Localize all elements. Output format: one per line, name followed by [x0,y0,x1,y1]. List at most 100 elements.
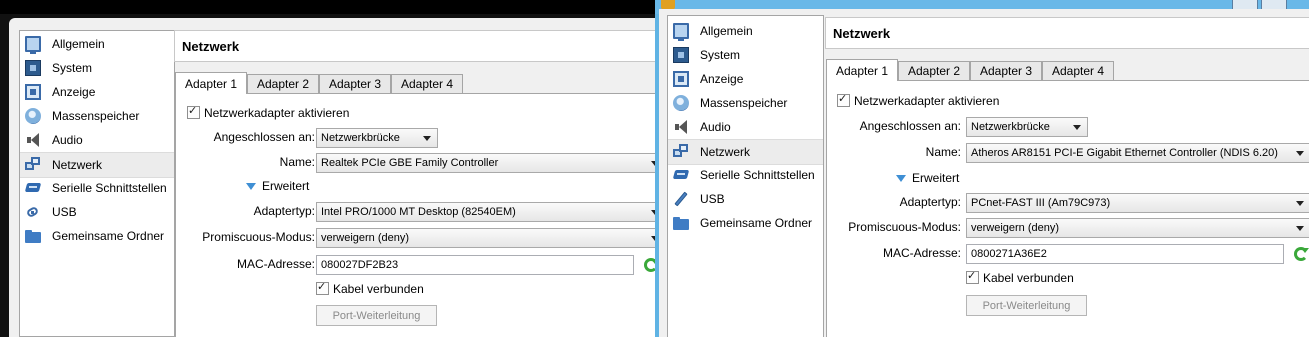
sidebar-item-system[interactable]: System [668,43,823,67]
tab-adapter-2[interactable]: Adapter 2 [247,74,319,93]
cable-connected-label: Kabel verbunden [983,271,1074,285]
serial-icon [25,180,41,196]
attached-to-value: Netzwerkbrücke [321,132,400,144]
refresh-icon[interactable] [644,258,655,272]
sidebar-item-netzwerk[interactable]: Netzwerk [668,139,823,165]
mac-address-label: MAC-Adresse: [882,246,961,260]
sidebar-item-anzeige[interactable]: Anzeige [668,67,823,91]
sidebar-item-gemeinsame-ordner[interactable]: Gemeinsame Ordner [668,211,823,235]
display-icon [673,71,689,87]
enable-adapter-checkbox[interactable] [837,92,850,107]
page-title: Netzwerk [182,38,240,54]
port-forwarding-button[interactable]: Port-Weiterleitung [966,295,1087,316]
adapter-type-label: Adaptertyp: [899,195,961,209]
promiscuous-mode-select[interactable]: verweigern (deny) [316,228,655,248]
tab-adapter-4[interactable]: Adapter 4 [391,74,463,93]
sidebar-item-serielle-schnittstellen[interactable]: Serielle Schnittstellen [20,176,174,200]
sidebar-item-label: Gemeinsame Ordner [700,216,813,230]
sidebar-item-netzwerk[interactable]: Netzwerk [20,152,174,178]
sidebar-item-massenspeicher[interactable]: Massenspeicher [668,91,823,115]
tab-adapter-4[interactable]: Adapter 4 [1042,61,1114,80]
attached-to-label: Angeschlossen an: [213,130,315,144]
promiscuous-mode-select[interactable]: verweigern (deny) [966,218,1309,238]
sidebar-item-massenspeicher[interactable]: Massenspeicher [20,104,174,128]
port-forwarding-button[interactable]: Port-Weiterleitung [316,305,437,326]
tab-adapter-2[interactable]: Adapter 2 [898,61,970,80]
audio-icon [673,119,689,135]
display-icon [25,84,41,100]
folder-icon [25,228,41,244]
attached-to-select[interactable]: Netzwerkbrücke [316,128,438,148]
sidebar-item-label: Netzwerk [52,158,103,172]
tab-adapter-1[interactable]: Adapter 1 [826,59,898,81]
sidebar-item-usb[interactable]: USB [668,187,823,211]
sidebar-item-label: Audio [700,120,731,134]
tab-adapter-3[interactable]: Adapter 3 [970,61,1042,80]
sidebar-item-usb[interactable]: USB [20,200,174,224]
chip-icon [673,47,689,63]
sidebar-item-serielle-schnittstellen[interactable]: Serielle Schnittstellen [668,163,823,187]
expand-arrow-icon [896,175,906,183]
tab-adapter-3[interactable]: Adapter 3 [319,74,391,93]
mac-address-input[interactable]: 0800271A36E2 [966,244,1284,264]
expand-arrow-icon [246,183,256,191]
sidebar-item-label: System [700,48,741,62]
adapter-type-value: PCnet-FAST III (Am79C973) [971,197,1111,209]
network-icon [25,157,41,173]
name-label: Name: [925,145,961,159]
audio-icon [25,132,41,148]
page-header: Netzwerk [174,30,655,62]
sidebar-item-anzeige[interactable]: Anzeige [20,80,174,104]
chevron-down-icon [1296,201,1304,206]
sidebar-item-allgemein[interactable]: Allgemein [668,19,823,43]
chevron-down-icon [1296,226,1304,231]
advanced-expander[interactable]: Erweitert [896,171,959,185]
sidebar-item-label: Allgemein [52,37,105,51]
adapter-name-select[interactable]: Atheros AR8151 PCI-E Gigabit Ethernet Co… [966,143,1309,163]
cable-connected-checkbox[interactable] [316,280,329,295]
attached-to-label: Angeschlossen an: [859,119,961,133]
adapter-type-select[interactable]: PCnet-FAST III (Am79C973) [966,193,1309,213]
refresh-icon[interactable] [1294,247,1309,261]
name-label: Name: [279,155,315,169]
sidebar-item-gemeinsame-ordner[interactable]: Gemeinsame Ordner [20,224,174,248]
chevron-down-icon [1296,151,1304,156]
sidebar-item-label: USB [52,205,77,219]
cable-connected-checkbox[interactable] [966,269,979,284]
disk-icon [673,95,689,111]
sidebar-item-audio[interactable]: Audio [668,115,823,139]
page-title: Netzwerk [833,25,891,41]
advanced-label: Erweitert [262,179,310,193]
mac-address-input[interactable]: 080027DF2B23 [316,255,634,275]
advanced-expander[interactable]: Erweitert [246,179,309,193]
sidebar-item-label: Serielle Schnittstellen [700,168,815,182]
sidebar-item-label: Allgemein [700,24,753,38]
sidebar-item-label: Anzeige [52,85,96,99]
window-client-area: Allgemein System Anzeige Massenspeicher … [9,18,655,337]
cable-connected-label: Kabel verbunden [333,282,424,296]
monitor-icon [673,23,689,41]
attached-to-select[interactable]: Netzwerkbrücke [966,117,1088,137]
enable-adapter-label: Netzwerkadapter aktivieren [204,106,350,120]
mac-address-label: MAC-Adresse: [236,257,315,271]
monitor-icon [25,36,41,54]
settings-sidebar: Allgemein System Anzeige Massenspeicher … [667,15,824,337]
enable-adapter-checkbox[interactable] [187,104,200,119]
settings-sidebar: Allgemein System Anzeige Massenspeicher … [19,30,175,337]
network-icon [673,144,689,160]
sidebar-item-label: USB [700,192,725,206]
adapter-type-select[interactable]: Intel PRO/1000 MT Desktop (82540EM) [316,202,655,222]
chip-icon [25,60,41,76]
sidebar-item-label: Massenspeicher [700,96,788,110]
folder-icon [673,215,689,231]
usb-icon [25,204,41,220]
sidebar-item-allgemein[interactable]: Allgemein [20,32,174,56]
chevron-down-icon [1073,125,1081,130]
sidebar-item-audio[interactable]: Audio [20,128,174,152]
enable-adapter-label: Netzwerkadapter aktivieren [854,94,1000,108]
adapter-name-select[interactable]: Realtek PCIe GBE Family Controller [316,153,655,173]
tab-page-adapter-1: Netzwerkadapter aktivieren Angeschlossen… [826,80,1309,337]
tab-adapter-1[interactable]: Adapter 1 [175,72,247,94]
window-client-area: Allgemein System Anzeige Massenspeicher … [659,9,1309,337]
sidebar-item-system[interactable]: System [20,56,174,80]
